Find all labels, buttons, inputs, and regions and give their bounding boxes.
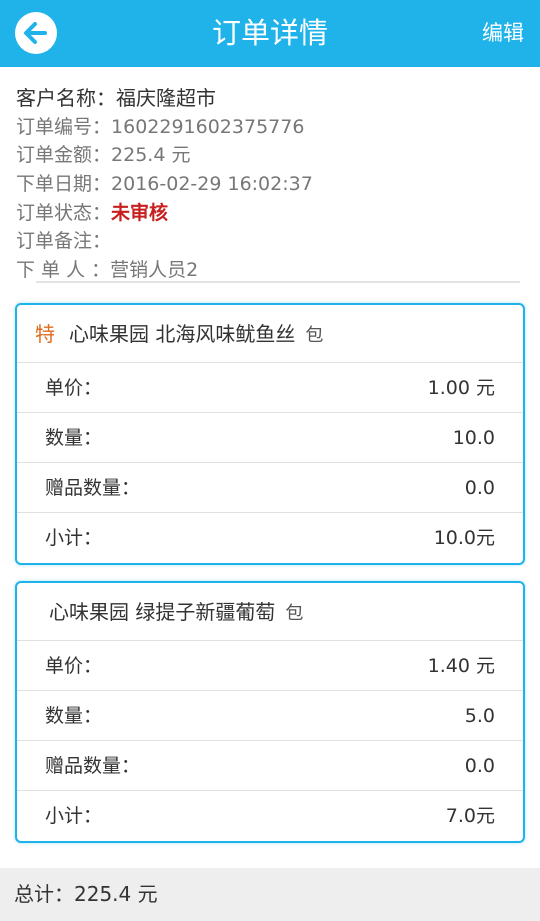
customer-row: 客户名称：福庆隆超市 <box>16 84 526 113</box>
quantity-value: 5.0 <box>464 705 495 727</box>
price-label: 单价： <box>45 377 103 399</box>
subtotal-row: 小计： 10.0元 <box>17 513 523 563</box>
gift-quantity-label: 赠品数量： <box>45 477 141 499</box>
product-header: 特心味果园 北海风味鱿鱼丝包 <box>17 305 523 363</box>
subtotal-row: 小计： 7.0元 <box>17 791 523 841</box>
product-header: 心味果园 绿提子新疆葡萄包 <box>17 583 523 641</box>
total-value: 225.4 元 <box>74 882 158 906</box>
product-unit: 包 <box>285 603 304 624</box>
order-status-value: 未审核 <box>111 201 169 224</box>
order-note-row: 订单备注： <box>16 227 526 256</box>
quantity-row: 数量： 10.0 <box>17 413 523 463</box>
quantity-label: 数量： <box>45 427 103 449</box>
price-value: 1.00 元 <box>427 377 495 399</box>
gift-quantity-value: 0.0 <box>464 477 495 499</box>
order-status-label: 订单状态： <box>16 201 112 224</box>
order-amount-label: 订单金额： <box>16 144 112 167</box>
price-row: 单价： 1.40 元 <box>17 641 523 691</box>
subtotal-label: 小计： <box>45 527 103 549</box>
order-number-row: 订单编号：1602291602375776 <box>16 113 526 142</box>
gift-quantity-row: 赠品数量： 0.0 <box>17 463 523 513</box>
product-card[interactable]: 特心味果园 北海风味鱿鱼丝包 单价： 1.00 元 数量： 10.0 赠品数量：… <box>15 303 525 565</box>
info-divider <box>36 281 520 283</box>
price-label: 单价： <box>45 655 103 677</box>
order-date-value: 2016-02-29 16:02:37 <box>111 173 313 196</box>
edit-button[interactable]: 编辑 <box>482 0 524 67</box>
gift-quantity-row: 赠品数量： 0.0 <box>17 741 523 791</box>
order-creator-label: 下 单 人 ： <box>16 259 111 282</box>
gift-quantity-label: 赠品数量： <box>45 755 141 777</box>
order-date-label: 下单日期： <box>16 173 112 196</box>
quantity-value: 10.0 <box>452 427 495 449</box>
product-card[interactable]: 心味果园 绿提子新疆葡萄包 单价： 1.40 元 数量： 5.0 赠品数量： 0… <box>15 581 525 843</box>
total-bar: 总计：225.4 元 <box>0 868 540 921</box>
subtotal-value: 7.0元 <box>445 805 495 827</box>
order-date-row: 下单日期：2016-02-29 16:02:37 <box>16 170 526 199</box>
product-name: 心味果园 北海风味鱿鱼丝 <box>69 322 296 346</box>
order-amount-row: 订单金额：225.4 元 <box>16 141 526 170</box>
special-tag: 特 <box>35 322 55 346</box>
price-value: 1.40 元 <box>427 655 495 677</box>
page-title: 订单详情 <box>211 16 328 50</box>
order-number-label: 订单编号： <box>16 115 112 138</box>
quantity-row: 数量： 5.0 <box>17 691 523 741</box>
price-row: 单价： 1.00 元 <box>17 363 523 413</box>
order-amount-value: 225.4 元 <box>111 144 191 167</box>
customer-label: 客户名称： <box>16 86 116 110</box>
order-note-label: 订单备注： <box>16 230 112 253</box>
gift-quantity-value: 0.0 <box>464 755 495 777</box>
total-label: 总计： <box>14 882 74 906</box>
quantity-label: 数量： <box>45 705 103 727</box>
product-name: 心味果园 绿提子新疆葡萄 <box>49 600 276 624</box>
order-info: 客户名称：福庆隆超市 订单编号：1602291602375776 订单金额：22… <box>16 84 526 285</box>
top-bar: 订单详情 编辑 <box>0 0 540 67</box>
order-creator-value: 营销人员2 <box>110 259 199 282</box>
order-number-value: 1602291602375776 <box>111 115 305 138</box>
customer-value: 福庆隆超市 <box>116 86 216 110</box>
order-status-row: 订单状态：未审核 <box>16 199 526 228</box>
subtotal-label: 小计： <box>45 805 103 827</box>
subtotal-value: 10.0元 <box>433 527 495 549</box>
product-unit: 包 <box>305 325 324 346</box>
